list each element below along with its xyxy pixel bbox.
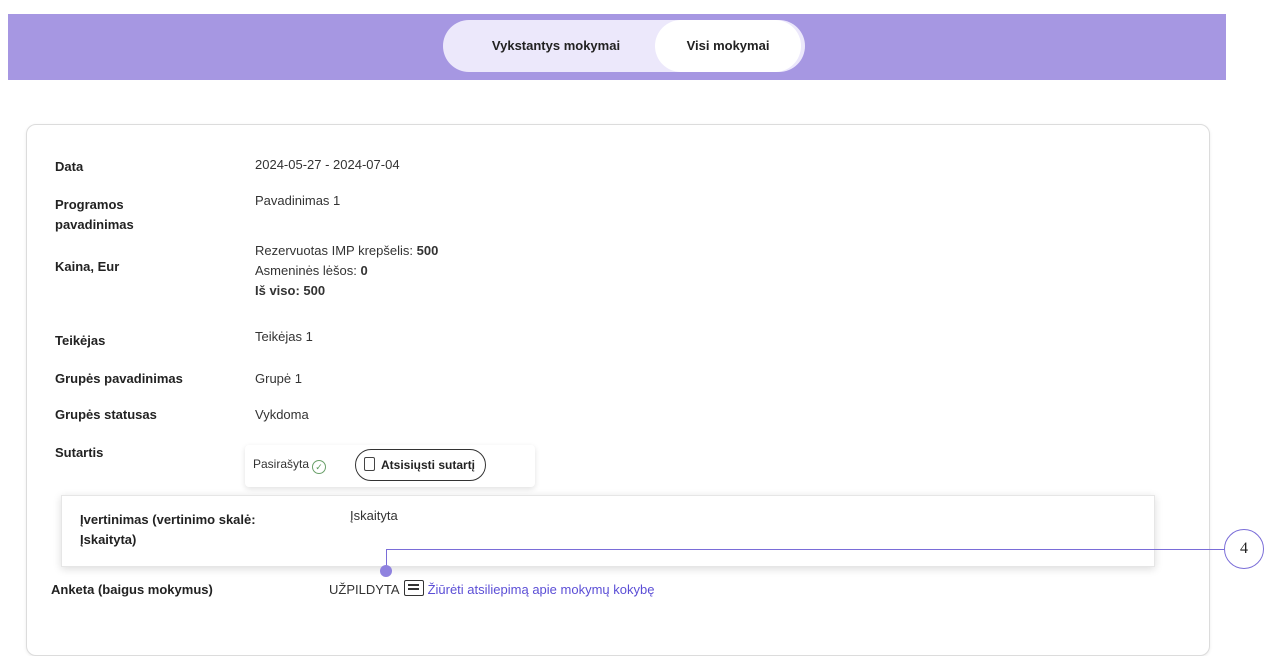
date-label: Data: [55, 159, 84, 174]
price-value: Rezervuotas IMP krepšelis: 500 Asmeninės…: [255, 243, 439, 298]
group-name-label: Grupės pavadinimas: [55, 371, 183, 386]
tab-all-trainings[interactable]: Visi mokymai: [655, 20, 801, 72]
program-value: Pavadinimas 1: [255, 193, 341, 208]
callout-number-badge: 4: [1224, 529, 1264, 569]
survey-value: UŽPILDYTA Žiūrėti atsiliepimą apie mokymų…: [329, 580, 654, 597]
view-feedback-link[interactable]: Žiūrėti atsiliepimą apie mokymų kokybę: [428, 582, 655, 597]
date-value: 2024-05-27 - 2024-07-04: [255, 157, 400, 172]
callout-line: [386, 549, 1224, 550]
evaluation-box: Įvertinimas (vertinimo skalė: Įskaityta)…: [61, 495, 1155, 567]
contract-label: Sutartis: [55, 445, 104, 460]
group-status-label: Grupės statusas: [55, 407, 157, 422]
price-label: Kaina, Eur: [55, 259, 120, 274]
contract-status-chip: Pasirašyta ✓ Atsisiųsti sutartį: [245, 445, 535, 487]
evaluation-value: Įskaityta: [350, 508, 398, 523]
survey-label: Anketa (baigus mokymus): [51, 582, 213, 597]
contract-signed-status: Pasirašyta ✓: [253, 457, 327, 474]
download-contract-button[interactable]: Atsisiųsti sutartį: [355, 449, 487, 481]
check-circle-icon: ✓: [312, 460, 327, 474]
provider-value: Teikėjas 1: [255, 329, 313, 344]
training-card: Data 2024-05-27 - 2024-07-04 Programos p…: [26, 124, 1210, 656]
group-name-value: Grupė 1: [255, 371, 302, 386]
document-icon: [364, 457, 375, 471]
callout-dot: [380, 565, 392, 577]
survey-status: UŽPILDYTA: [329, 582, 400, 597]
form-icon: [403, 580, 424, 596]
tab-ongoing-trainings[interactable]: Vykstantys mokymai: [457, 20, 655, 72]
tabs-switch: Vykstantys mokymai Visi mokymai: [443, 20, 805, 72]
program-label: Programos pavadinimas: [55, 197, 134, 232]
header-bar: Vykstantys mokymai Visi mokymai: [8, 14, 1226, 80]
provider-label: Teikėjas: [55, 333, 106, 348]
group-status-value: Vykdoma: [255, 407, 309, 422]
evaluation-label: Įvertinimas (vertinimo skalė: Įskaityta): [80, 512, 256, 547]
